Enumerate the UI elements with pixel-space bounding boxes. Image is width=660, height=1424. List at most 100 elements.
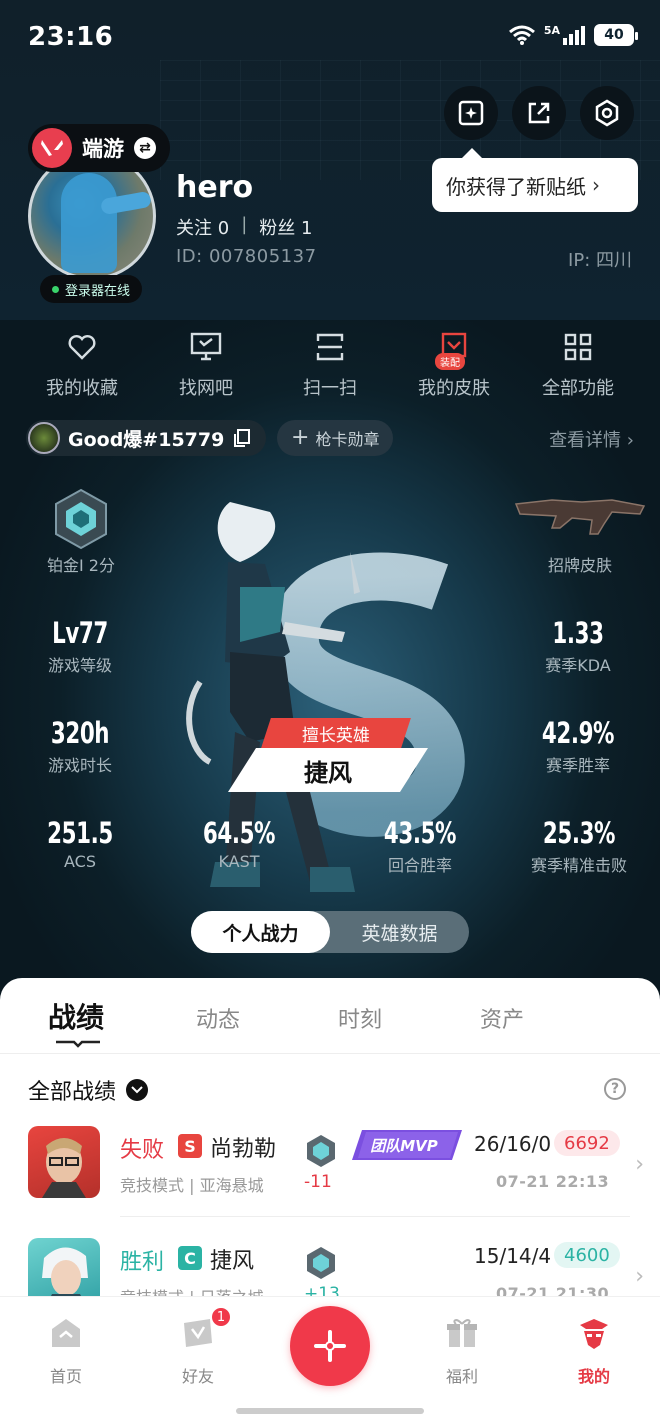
match-row[interactable]: 失败 S 尚勃勒 竞技模式 | 亚海悬城 -11 团队MVP 26/16/0 6… [0, 1116, 660, 1228]
status-time: 23:16 [28, 22, 114, 52]
svg-text:团队MVP: 团队MVP [370, 1137, 438, 1155]
stat-label: 游戏时长 [47, 756, 112, 775]
sticker-icon [458, 100, 484, 126]
following-count[interactable]: 关注 0 [176, 214, 229, 240]
tooltip-text: 你获得了新贴纸 [446, 174, 586, 199]
tab-feed[interactable]: 动态 [196, 1002, 240, 1034]
player-card-avatar [28, 422, 60, 454]
skin-icon: 装配 [435, 330, 471, 370]
stat-kast: 64.5% KAST [189, 816, 289, 871]
grid-icon [561, 330, 595, 364]
match-filter[interactable]: 全部战绩 [28, 1074, 149, 1106]
row-divider [120, 1216, 630, 1217]
status-bar: 23:16 5A 40 [0, 0, 660, 70]
quick-menu-label: 找网吧 [179, 378, 233, 399]
nav-home[interactable]: 首页 [26, 1315, 106, 1387]
match-score-badge: 4600 [554, 1242, 620, 1268]
segment-hero-data[interactable]: 英雄数据 [330, 911, 469, 953]
quick-menu-label: 我的收藏 [46, 378, 118, 399]
view-details-label: 查看详情 [549, 430, 622, 451]
gift-icon [447, 1319, 477, 1347]
stat-acs: 251.5 ACS [30, 816, 130, 871]
nav-label: 首页 [49, 1367, 82, 1386]
new-sticker-tooltip[interactable]: 你获得了新贴纸 › [432, 148, 638, 212]
valorant-logo-icon [32, 128, 72, 168]
chevron-down-icon [126, 1079, 149, 1101]
rank-icon [55, 488, 107, 550]
equip-tag: 装配 [435, 353, 465, 370]
settings-button[interactable] [580, 86, 634, 140]
share-button[interactable] [512, 86, 566, 140]
quick-menu-all-functions[interactable]: 全部功能 [516, 330, 640, 400]
card-badge-button[interactable]: + 枪卡勋章 [277, 420, 394, 456]
view-details-link[interactable]: 查看详情 › [549, 426, 634, 452]
quick-menu-label: 扫一扫 [303, 378, 357, 399]
quick-menu-favorites[interactable]: 我的收藏 [20, 330, 144, 400]
tab-indicator [56, 1040, 100, 1048]
segment-personal-power[interactable]: 个人战力 [191, 911, 330, 953]
tab-assets[interactable]: 资产 [480, 1002, 524, 1034]
follow-separator: | [241, 214, 248, 235]
top-actions [444, 86, 634, 140]
riot-id: Good爆#15779 [68, 428, 225, 451]
quick-menu: 我的收藏 找网吧 扫一扫 装配 我的皮肤 全部功能 [20, 330, 640, 400]
sticker-button[interactable] [444, 86, 498, 140]
rank-delta: -11 [304, 1172, 332, 1192]
match-agent: 尚勃勒 [210, 1137, 277, 1162]
rank-icon [307, 1135, 335, 1167]
stat-value: 42.9% [541, 716, 615, 750]
swap-icon: ⇄ [134, 137, 156, 159]
chevron-right-icon: › [592, 173, 600, 197]
quick-menu-label: 我的皮肤 [418, 378, 490, 399]
agent-thumbnail [28, 1126, 100, 1198]
nav-welfare[interactable]: 福利 [422, 1315, 502, 1387]
stat-round-winrate: 43.5% 回合胜率 [370, 816, 470, 876]
stat-label: 游戏等级 [47, 656, 112, 675]
share-icon [528, 102, 550, 124]
stat-value: 1.33 [552, 616, 604, 650]
stat-playtime: 320h 游戏时长 [30, 716, 130, 776]
nav-mine[interactable]: 我的 [554, 1315, 634, 1387]
chevron-right-icon: › [635, 1152, 644, 1177]
help-icon[interactable]: ? [604, 1078, 626, 1100]
stat-value: Lv77 [52, 616, 108, 650]
tab-records[interactable]: 战绩 [48, 996, 104, 1036]
chevron-right-icon: › [635, 1264, 644, 1289]
username: hero [176, 170, 254, 205]
signature-skin-gun-icon[interactable] [512, 494, 648, 538]
quick-menu-skins[interactable]: 装配 我的皮肤 [392, 330, 516, 400]
team-mvp-badge: 团队MVP [352, 1130, 462, 1160]
stat-value: 320h [50, 716, 110, 750]
user-id: ID: 007805137 [176, 246, 317, 267]
tab-moments[interactable]: 时刻 [338, 1002, 382, 1034]
player-id-chip[interactable]: Good爆#15779 [26, 420, 267, 456]
quick-menu-label: 全部功能 [542, 378, 614, 399]
quick-menu-scan[interactable]: 扫一扫 [268, 330, 392, 400]
nav-label: 福利 [445, 1367, 478, 1386]
stat-value: 25.3% [542, 816, 616, 850]
network-type: 5A [543, 23, 560, 37]
monitor-icon [189, 330, 223, 364]
mode-icon: C [178, 1246, 202, 1270]
fans-count[interactable]: 粉丝 1 [259, 214, 312, 240]
plus-icon [314, 1330, 346, 1362]
scan-icon [313, 330, 347, 364]
stat-label: ACS [64, 852, 96, 871]
profile-icon [580, 1319, 608, 1349]
wifi-icon [508, 25, 535, 45]
quick-menu-internet-cafe[interactable]: 找网吧 [144, 330, 268, 400]
rank-icon [307, 1247, 335, 1279]
create-post-button[interactable] [290, 1306, 370, 1386]
game-switch-badge[interactable]: 端游 ⇄ [28, 124, 170, 172]
follow-stats: 关注 0 | 粉丝 1 [176, 214, 312, 240]
signature-skin-label: 招牌皮肤 [547, 556, 612, 575]
copy-icon[interactable] [232, 428, 252, 448]
mode-icon: S [178, 1134, 202, 1158]
rank-label: 铂金I 2分 [47, 556, 115, 575]
home-indicator [236, 1408, 424, 1414]
stat-label: 赛季KDA [545, 656, 611, 675]
signal-icon [563, 26, 585, 45]
main-hero-tag-bottom: 捷风 [228, 748, 428, 792]
stat-label: 赛季胜率 [545, 756, 610, 775]
ip-location: IP: 四川 [568, 250, 632, 271]
